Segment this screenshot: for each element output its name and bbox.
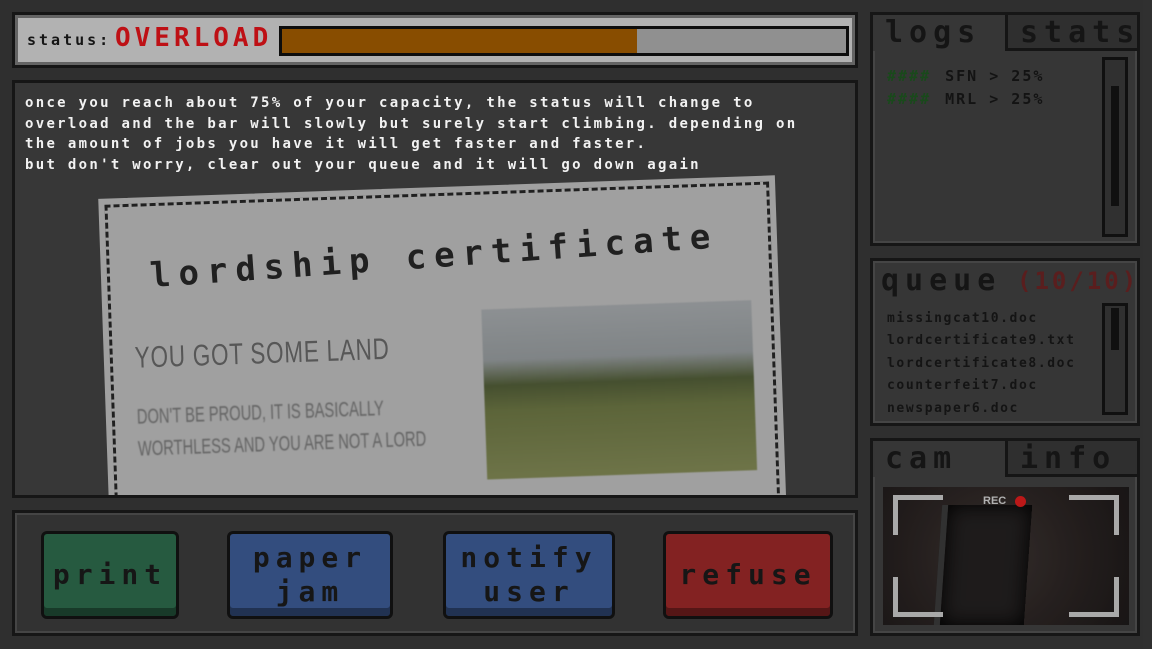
viewfinder-corner <box>893 577 943 617</box>
paper-jam-button[interactable]: PAPER JAM <box>227 531 393 619</box>
landscape-photo <box>481 300 758 480</box>
logs-scroll-thumb[interactable] <box>1111 86 1119 206</box>
recording-dot-icon <box>1015 496 1026 507</box>
action-buttons-panel: PRINT PAPER JAM NOTIFY USER REFUSE <box>12 510 858 636</box>
tutorial-line: ONCE YOU REACH ABOUT 75% OF YOUR CAPACIT… <box>25 95 755 111</box>
tab-cam[interactable]: CAM <box>873 441 1005 477</box>
viewfinder-corner <box>1069 495 1119 535</box>
camera-panel: CAM INFO REC <box>870 438 1140 636</box>
viewfinder-corner <box>1069 577 1119 617</box>
queue-panel: QUEUE (10/10) MISSINGCAT10.DOC LORDCERTI… <box>870 258 1140 426</box>
queue-scroll-thumb[interactable] <box>1111 308 1119 350</box>
notify-user-button[interactable]: NOTIFY USER <box>443 531 615 619</box>
rec-label: REC <box>983 495 1007 507</box>
log-text: MRL > 25% <box>945 90 1045 108</box>
print-button[interactable]: PRINT <box>41 531 179 619</box>
status-panel: STATUS: OVERLOAD <box>12 12 858 68</box>
queue-title: QUEUE <box>881 263 1002 298</box>
queue-item[interactable]: MISSINGCAT10.DOC <box>887 311 1038 326</box>
status-label: STATUS: <box>27 31 112 49</box>
doorway <box>933 505 1033 625</box>
tutorial-text: ONCE YOU REACH ABOUT 75% OF YOUR CAPACIT… <box>25 93 825 175</box>
tutorial-line: BUT DON'T WORRY, CLEAR OUT YOUR QUEUE AN… <box>25 156 701 173</box>
certificate-heading: YOU GOT SOME LAND <box>134 332 391 375</box>
certificate-title: LORDSHIP CERTIFICATE <box>148 216 720 297</box>
logs-scrollbar[interactable] <box>1102 57 1128 237</box>
log-prefix: #### <box>887 67 932 85</box>
capacity-bar-fill <box>282 29 638 53</box>
certificate-document: LORDSHIP CERTIFICATE YOU GOT SOME LAND D… <box>98 175 787 495</box>
queue-scrollbar[interactable] <box>1102 303 1128 415</box>
log-text: SFN > 25% <box>945 67 1045 85</box>
log-entry: #### MRL > 25% <box>887 90 1044 108</box>
queue-item[interactable]: COUNTERFEIT7.DOC <box>887 378 1038 393</box>
queue-item[interactable]: LORDCERTIFICATE8.DOC <box>887 356 1076 371</box>
tutorial-line: THE AMOUNT OF JOBS YOU HAVE IT WILL GET … <box>25 136 648 152</box>
refuse-button[interactable]: REFUSE <box>663 531 833 619</box>
viewfinder-corner <box>893 495 943 535</box>
tab-info[interactable]: INFO <box>1005 441 1140 477</box>
document-viewer: ONCE YOU REACH ABOUT 75% OF YOUR CAPACIT… <box>12 80 858 498</box>
tutorial-line: OVERLOAD AND THE BAR WILL SLOWLY BUT SUR… <box>25 115 798 132</box>
queue-item[interactable]: NEWSPAPER6.DOC <box>887 401 1019 416</box>
camera-feed: REC <box>883 487 1129 625</box>
queue-item[interactable]: LORDCERTIFICATE9.TXT <box>887 333 1076 348</box>
certificate-subtext: DON'T BE PROUD, IT IS BASICALLY WORTHLES… <box>136 397 427 461</box>
capacity-bar <box>279 26 849 56</box>
tab-logs[interactable]: LOGS <box>873 15 1005 51</box>
status-value: OVERLOAD <box>115 23 273 53</box>
logs-panel: LOGS STATS #### SFN > 25% #### MRL > 25% <box>870 12 1140 246</box>
log-entry: #### SFN > 25% <box>887 67 1044 85</box>
tab-stats[interactable]: STATS <box>1005 15 1140 51</box>
queue-count: (10/10) <box>1017 267 1140 295</box>
log-prefix: #### <box>887 90 932 108</box>
